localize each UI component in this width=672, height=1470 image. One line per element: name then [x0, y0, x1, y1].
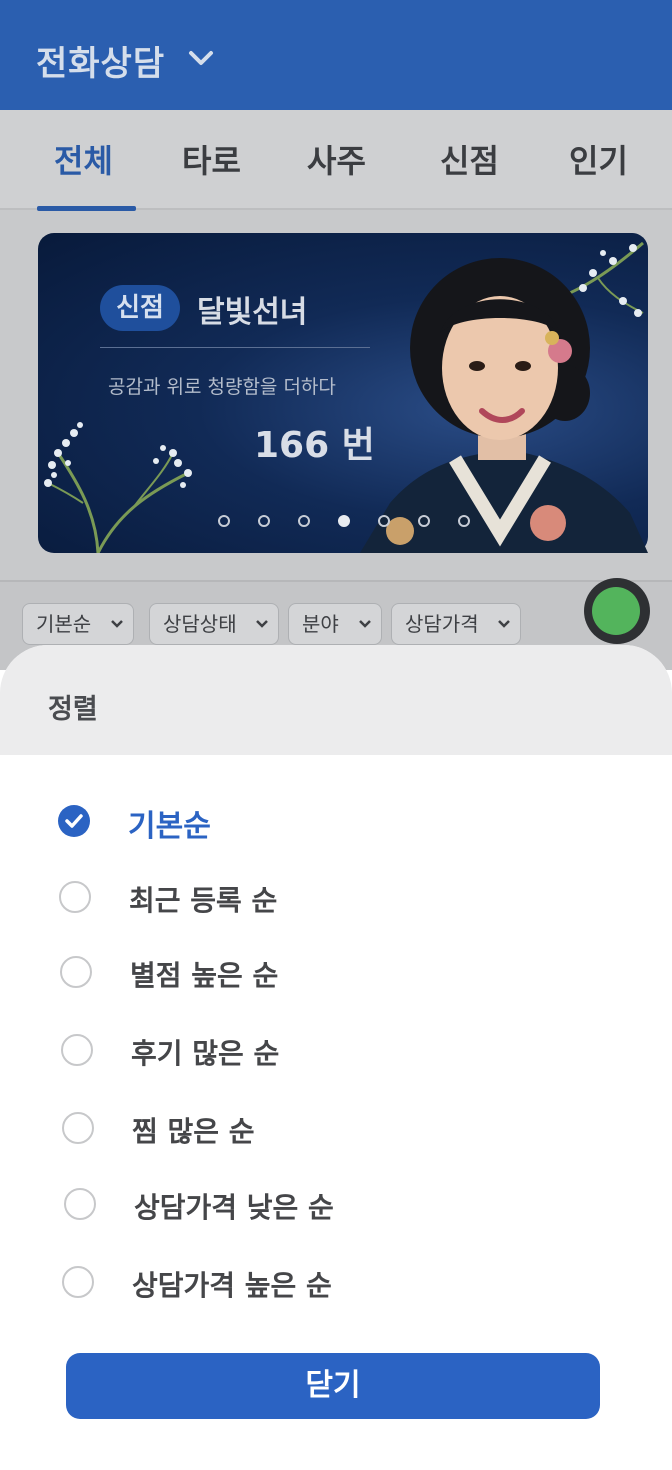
filter-status-chip[interactable]: 상담상태	[149, 603, 279, 645]
carousel-indicator	[218, 515, 478, 529]
sort-option[interactable]: 기본순	[58, 803, 618, 844]
sort-option[interactable]: 별점 높은 순	[60, 954, 620, 994]
close-button[interactable]: 닫기	[66, 1353, 600, 1419]
online-status-icon	[592, 587, 640, 635]
sort-option-label: 찜 많은 순	[132, 1115, 255, 1148]
filter-price-chip[interactable]: 상담가격	[391, 603, 521, 645]
radio-checked-icon[interactable]	[58, 805, 90, 837]
app-header: 전화상담	[0, 0, 672, 110]
tab-saju[interactable]: 사주	[307, 136, 366, 182]
flower-decoration-icon	[44, 422, 192, 553]
carousel-dot[interactable]	[418, 515, 430, 527]
counselor-name: 달빛선녀	[197, 295, 308, 330]
chevron-down-icon	[111, 620, 123, 628]
sort-option-label: 기본순	[128, 809, 211, 844]
category-badge: 신점	[100, 285, 180, 331]
tab-all[interactable]: 전체	[54, 136, 113, 182]
filter-field-label: 분야	[302, 612, 339, 636]
sort-option-label: 상담가격 낮은 순	[134, 1191, 334, 1224]
sheet-title: 정렬	[48, 694, 98, 725]
carousel-dot[interactable]	[218, 515, 230, 527]
active-tab-indicator	[37, 206, 136, 211]
sort-option[interactable]: 상담가격 낮은 순	[64, 1186, 624, 1226]
carousel-dot[interactable]	[458, 515, 470, 527]
counselor-number: 166 번	[254, 425, 375, 466]
tab-tarot[interactable]: 타로	[182, 136, 241, 182]
chevron-down-icon	[359, 620, 371, 628]
counselor-portrait	[360, 258, 648, 553]
filter-price-label: 상담가격	[405, 612, 479, 636]
sort-option-label: 별점 높은 순	[130, 959, 279, 992]
carousel-dot[interactable]	[378, 515, 390, 527]
page-title[interactable]: 전화상담	[36, 36, 165, 85]
radio-unchecked-icon[interactable]	[61, 1034, 93, 1066]
sort-option[interactable]: 상담가격 높은 순	[62, 1264, 622, 1304]
filter-sort-label: 기본순	[36, 612, 92, 636]
carousel-dot[interactable]	[338, 515, 350, 527]
sort-option[interactable]: 최근 등록 순	[59, 879, 619, 919]
radio-unchecked-icon[interactable]	[64, 1188, 96, 1220]
radio-unchecked-icon[interactable]	[60, 956, 92, 988]
filter-status-label: 상담상태	[163, 612, 237, 636]
radio-unchecked-icon[interactable]	[59, 881, 91, 913]
carousel-dot[interactable]	[298, 515, 310, 527]
sort-option-label: 최근 등록 순	[129, 884, 278, 917]
radio-unchecked-icon[interactable]	[62, 1266, 94, 1298]
counselor-tagline: 공감과 위로 청량함을 더하다	[108, 376, 336, 398]
filter-field-chip[interactable]: 분야	[288, 603, 382, 645]
chevron-down-icon	[256, 620, 268, 628]
sort-option[interactable]: 찜 많은 순	[62, 1110, 622, 1150]
tab-sinjeom[interactable]: 신점	[440, 136, 499, 182]
banner-divider	[100, 347, 370, 348]
filter-sort-chip[interactable]: 기본순	[22, 603, 134, 645]
sort-option-label: 상담가격 높은 순	[132, 1269, 332, 1302]
tab-popular[interactable]: 인기	[569, 136, 628, 182]
sheet-header: 정렬	[0, 645, 672, 755]
chevron-down-icon	[498, 620, 510, 628]
carousel-dot[interactable]	[258, 515, 270, 527]
sort-option[interactable]: 후기 많은 순	[61, 1032, 621, 1072]
sort-option-label: 후기 많은 순	[131, 1037, 280, 1070]
chevron-down-icon[interactable]	[186, 46, 216, 70]
radio-unchecked-icon[interactable]	[62, 1112, 94, 1144]
